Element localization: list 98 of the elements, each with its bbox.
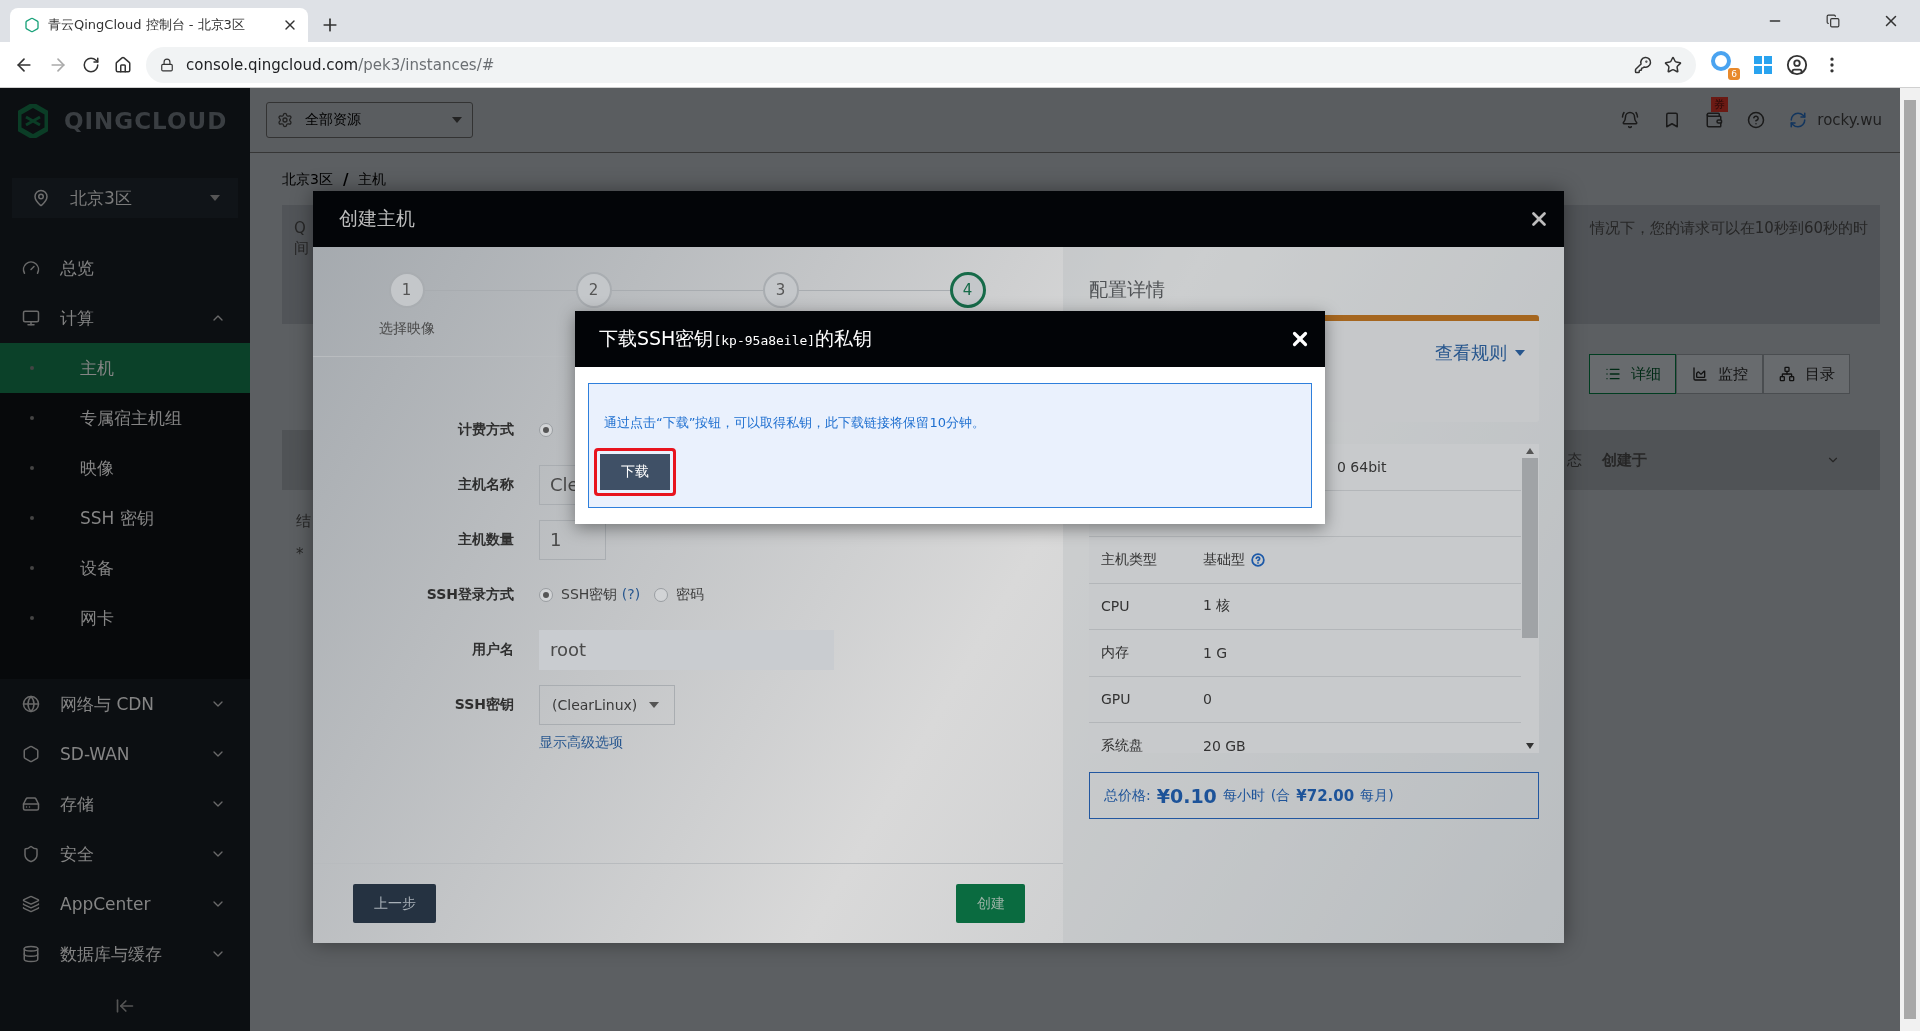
nav-icon (22, 695, 40, 713)
view-rules-link[interactable]: 查看规则 (1435, 341, 1525, 365)
nav-item[interactable]: AppCenter (0, 879, 250, 929)
url-text: console.qingcloud.com/pek3/instances/# (186, 55, 496, 74)
config-value: 1 G (1203, 644, 1228, 661)
wallet-icon[interactable] (1705, 111, 1724, 129)
field-label: 计费方式 (456, 420, 514, 439)
field-label: SSH密钥 (453, 695, 514, 714)
step-number: 4 (949, 272, 986, 308)
scroll-down-icon[interactable] (1526, 743, 1534, 749)
config-label: CPU (1101, 598, 1131, 615)
area-chart-icon (1691, 366, 1708, 382)
create-button[interactable]: 创建 (956, 884, 1025, 923)
help-icon[interactable] (1251, 552, 1265, 567)
browser-tab[interactable]: 青云QingCloud 控制台 - 北京3区 (10, 8, 308, 42)
config-label: 主机类型 (1101, 550, 1158, 569)
advanced-options-link[interactable]: 显示高级选项 (539, 734, 623, 750)
step-label: 选择映像 (378, 320, 435, 338)
nav-item[interactable]: 网络与 CDN (0, 679, 250, 729)
hint-text: * (296, 545, 304, 563)
windows-icon[interactable] (1754, 55, 1772, 74)
radio-label[interactable]: SSH密钥 (?) (561, 585, 641, 604)
resource-selector[interactable]: 全部资源 (266, 102, 473, 138)
radio-button[interactable] (539, 587, 553, 602)
zone-selector[interactable]: 北京3区 (12, 178, 238, 218)
tab-title: 青云QingCloud 控制台 - 北京3区 (48, 16, 246, 34)
config-label: 内存 (1101, 643, 1130, 662)
nav-subitem[interactable]: 主机 (0, 343, 250, 393)
radio-button[interactable] (539, 422, 553, 437)
nav-item[interactable]: 总览 (0, 243, 250, 293)
home-icon[interactable] (114, 55, 132, 74)
list-icon (1604, 366, 1621, 382)
nav-icon (22, 259, 40, 277)
restore-icon[interactable] (1826, 14, 1840, 28)
config-value: 0 (1203, 691, 1212, 708)
bell-icon[interactable] (1621, 111, 1640, 129)
breadcrumb-separator: / (342, 171, 349, 189)
info-message: 通过点击“下载”按钮，可以取得私钥，此下载链接将保留10分钟。 (604, 414, 986, 432)
address-bar[interactable]: console.qingcloud.com/pek3/instances/# (146, 46, 1696, 83)
nav-icon (22, 309, 40, 327)
lock-icon (160, 57, 174, 72)
logo-icon (18, 103, 48, 138)
radio-label[interactable]: 密码 (676, 585, 705, 604)
nav-item[interactable]: 数据库与缓存 (0, 929, 250, 979)
nav-item[interactable]: SD-WAN (0, 729, 250, 779)
config-value: 0 64bit (1336, 458, 1387, 475)
breadcrumb-item[interactable]: 北京3区 (282, 171, 333, 189)
nav-icon (22, 845, 40, 863)
scrollbar[interactable] (1900, 88, 1920, 1031)
field-label: 主机名称 (457, 475, 514, 494)
nav-subitem[interactable]: SSH 密钥 (0, 493, 250, 543)
dialog-title: 创建主机 (339, 206, 416, 231)
hierarchy-icon (1778, 366, 1795, 382)
nav-subitem[interactable]: 设备 (0, 543, 250, 593)
nav-item[interactable]: 存储 (0, 779, 250, 829)
help-icon[interactable] (1747, 111, 1766, 129)
hint-text: 结 (296, 512, 311, 531)
breadcrumb-item[interactable]: 主机 (358, 171, 387, 189)
key-select[interactable]: (ClearLinux) (539, 684, 675, 725)
modal-title: 下载SSH密钥[kp-95a8eile]的私钥 (599, 326, 874, 351)
config-value: 1 核 (1203, 597, 1231, 616)
collapse-icon[interactable] (115, 996, 135, 1016)
summary-title: 配置详情 (1089, 277, 1166, 302)
nav-icon (22, 945, 40, 963)
nav-subitem[interactable]: 网卡 (0, 593, 250, 643)
nav-icon (22, 745, 40, 763)
map-pin-icon (32, 189, 50, 207)
nav-subitem[interactable]: 专属宿主机组 (0, 393, 250, 443)
field-label: SSH登录方式 (425, 585, 514, 604)
reload-icon[interactable] (82, 55, 100, 74)
step-number: 2 (575, 272, 612, 308)
nav-subitem[interactable]: 映像 (0, 443, 250, 493)
nav-item[interactable]: 计算 (0, 293, 250, 343)
config-value: 20 GB (1203, 737, 1246, 753)
nav-icon (22, 795, 40, 813)
key-icon[interactable] (1634, 55, 1652, 74)
back-button[interactable]: 上一步 (353, 884, 436, 923)
config-label: 系统盘 (1101, 736, 1144, 753)
field-label: 主机数量 (457, 530, 514, 549)
step-number: 1 (388, 272, 425, 308)
view-tab[interactable]: 监控 (1676, 354, 1763, 394)
config-value: 基础型 (1203, 550, 1245, 569)
field-label: 用户名 (471, 640, 514, 659)
profile-icon[interactable] (1786, 53, 1808, 76)
config-label: GPU (1101, 691, 1132, 708)
site-icon (24, 17, 40, 33)
view-tab[interactable]: 详细 (1589, 354, 1676, 394)
gear-icon (277, 112, 293, 128)
nav-item[interactable]: 安全 (0, 829, 250, 879)
scroll-up-icon[interactable] (1526, 448, 1534, 454)
step-number: 3 (762, 272, 799, 308)
radio-button[interactable] (654, 587, 669, 602)
view-tab[interactable]: 目录 (1763, 354, 1850, 394)
nav-icon (22, 895, 40, 913)
coupon-badge: 券 (1711, 97, 1729, 112)
bookmark-star-icon[interactable] (1664, 55, 1682, 74)
total-price: 总价格: ¥0.10 每小时 (合 ¥72.00 每月) (1089, 772, 1539, 819)
download-button[interactable]: 下载 (594, 448, 676, 496)
